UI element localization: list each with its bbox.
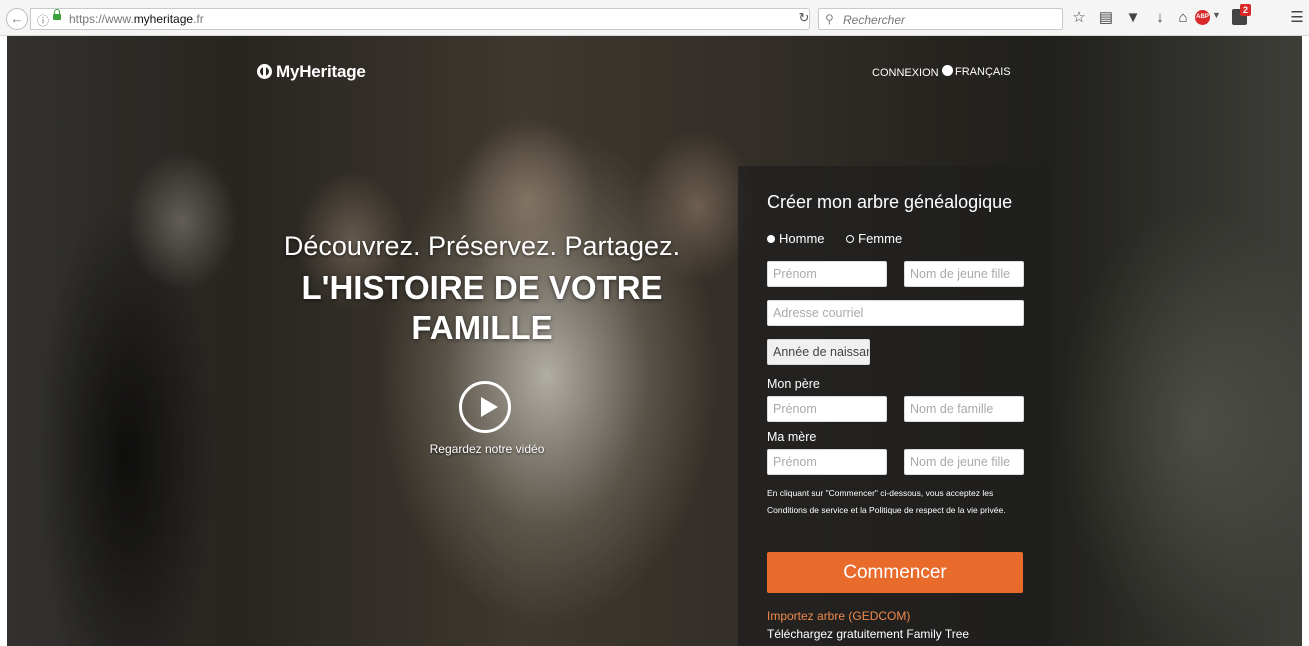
radio-female[interactable] [846,235,855,243]
address-bar[interactable]: ⓘ https://www.myheritage.fr [30,8,810,30]
birth-year-value: Année de naissar [773,345,870,359]
download-icon[interactable]: ↓ [1151,9,1169,27]
start-button[interactable]: Commencer [767,552,1023,593]
gender-radio-group: Homme Femme [767,231,902,246]
star-icon[interactable]: ☆ [1070,9,1088,27]
pocket-icon[interactable]: ▼ [1124,9,1142,27]
terms-text: En cliquant sur "Commencer" ci-dessous, … [767,488,1006,515]
logo[interactable]: MyHeritage [257,62,366,82]
search-placeholder: Rechercher [843,13,906,27]
radio-male[interactable] [767,235,775,243]
email-field[interactable]: Adresse courriel [767,300,1024,326]
window-border [0,36,7,646]
father-first-name-field[interactable]: Prénom [767,396,887,422]
language-selector[interactable]: FRANÇAIS [942,65,1011,78]
reload-icon[interactable]: ↻ [790,8,818,30]
info-icon[interactable]: ⓘ [37,12,49,29]
mother-first-name-field[interactable]: Prénom [767,449,887,475]
form-title: Créer mon arbre généalogique [767,192,1013,212]
mother-label: Ma mère [767,430,817,444]
menu-icon[interactable]: ☰ [1288,9,1306,27]
lock-icon[interactable] [53,9,61,20]
video-link[interactable]: Regardez notre vidéo [412,442,562,456]
search-input[interactable]: ⚲ Rechercher [818,8,1063,30]
reading-list-icon[interactable]: ▤ [1097,9,1115,27]
radio-male-label[interactable]: Homme [779,231,825,246]
download-family-tree-text[interactable]: Téléchargez gratuitement Family Tree [767,627,969,641]
logo-text: MyHeritage [276,62,366,81]
headline: L'HISTOIRE DE VOTRE FAMILLE [301,269,663,346]
maiden-name-field[interactable]: Nom de jeune fille [904,261,1024,287]
adblock-icon[interactable]: ABP [1195,10,1210,25]
globe-icon [942,65,953,76]
home-icon[interactable]: ⌂ [1174,9,1192,27]
hero-section: MyHeritage CONNEXION FRANÇAIS Découvrez.… [7,36,1302,646]
play-icon[interactable] [459,381,511,433]
radio-female-label[interactable]: Femme [858,231,902,246]
import-gedcom-link[interactable]: Importez arbre (GEDCOM) [767,609,910,623]
search-icon: ⚲ [825,12,834,26]
first-name-field[interactable]: Prénom [767,261,887,287]
extension-badge: 2 [1240,4,1252,16]
login-link[interactable]: CONNEXION [872,67,939,79]
father-last-name-field[interactable]: Nom de famille [904,396,1024,422]
back-arrow-icon[interactable]: ← [6,8,28,30]
birth-year-select[interactable]: Année de naissar▼ [767,339,870,365]
father-label: Mon père [767,377,820,391]
myheritage-logo-icon [257,64,272,79]
chevron-down-icon[interactable]: ▼ [1212,10,1221,20]
browser-toolbar: ← ⓘ https://www.myheritage.fr ↻ ⚲ Recher… [0,0,1309,36]
tagline: Découvrez. Préservez. Partagez. [283,231,681,261]
mother-maiden-name-field[interactable]: Nom de jeune fille [904,449,1024,475]
language-label: FRANÇAIS [955,66,1011,78]
signup-panel: Créer mon arbre généalogique Homme Femme… [738,166,1054,646]
window-border [1302,36,1309,646]
url-text: https://www.myheritage.fr [69,12,204,26]
